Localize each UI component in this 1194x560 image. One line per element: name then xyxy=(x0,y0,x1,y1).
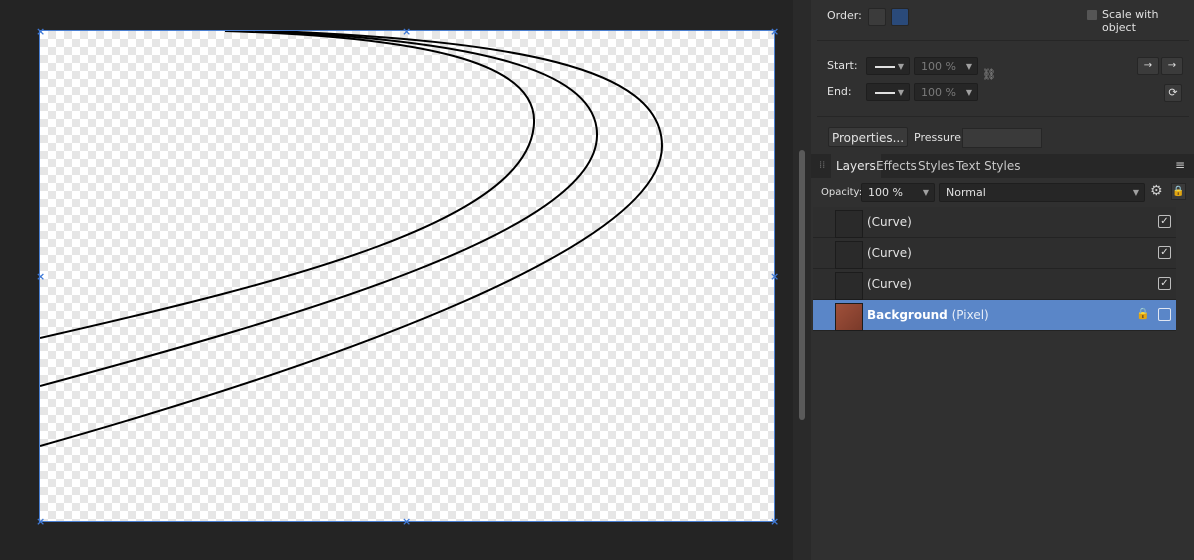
layer-name-main: Background xyxy=(867,308,948,322)
pressure-label: Pressure: xyxy=(914,131,965,144)
opacity-value: 100 % xyxy=(868,186,903,199)
layer-name: (Curve) xyxy=(867,277,912,291)
divider xyxy=(817,40,1189,41)
order-label: Order: xyxy=(827,9,862,22)
order-front-icon[interactable] xyxy=(891,8,909,26)
layer-thumbnail xyxy=(835,303,863,331)
pressure-graph[interactable] xyxy=(962,128,1042,148)
selection-handle-bm[interactable]: × xyxy=(402,516,411,527)
order-behind-icon[interactable] xyxy=(868,8,886,26)
link-icon[interactable]: ⛓ xyxy=(982,68,996,81)
curve-2 xyxy=(40,31,599,387)
end-arrowhead-select[interactable]: ▼ xyxy=(866,83,910,101)
start-arrowhead-select[interactable]: ▼ xyxy=(866,57,910,75)
blend-mode-select[interactable]: Normal ▼ xyxy=(939,183,1145,202)
selection-handle-ml[interactable]: × xyxy=(36,271,45,282)
layer-thumbnail xyxy=(835,241,863,269)
start-scale-field[interactable]: 100 % ▼ xyxy=(914,57,978,75)
curve-1 xyxy=(40,31,536,339)
selection-handle-tm[interactable]: × xyxy=(402,26,411,37)
layer-row-selected[interactable]: Background (Pixel) 🔒 xyxy=(813,300,1176,331)
selection-handle-bl[interactable]: × xyxy=(36,516,45,527)
selection-handle-tr[interactable]: × xyxy=(770,26,779,37)
layer-row[interactable]: (Curve) ✓ xyxy=(813,238,1176,269)
scrollbar-thumb[interactable] xyxy=(799,150,805,420)
arrow-direction-right-icon[interactable]: → xyxy=(1161,57,1183,75)
layer-visibility-checkbox[interactable]: ✓ xyxy=(1158,215,1171,228)
right-panel: Order: Scale with object Start: ▼ 100 % ▼… xyxy=(811,0,1194,560)
start-label: Start: xyxy=(827,59,858,72)
layer-row[interactable]: (Curve) ✓ xyxy=(813,207,1176,238)
panel-menu-icon[interactable]: ≡ xyxy=(1175,158,1185,172)
gear-icon[interactable]: ⚙ xyxy=(1150,183,1163,199)
layer-type: (Pixel) xyxy=(951,308,989,322)
canvas-area[interactable]: × × × × × × × × xyxy=(0,0,793,560)
tab-styles[interactable]: Styles xyxy=(918,154,954,178)
layer-name: (Curve) xyxy=(867,215,912,229)
layer-thumbnail xyxy=(835,272,863,300)
curve-3 xyxy=(40,31,664,447)
vertical-scrollbar[interactable] xyxy=(793,0,811,560)
swap-arrowheads-icon[interactable]: ⟳ xyxy=(1164,84,1182,102)
studio-tabs: ⁞⁞ Layers Effects Styles Text Styles ≡ xyxy=(811,154,1194,178)
scale-with-object-checkbox[interactable] xyxy=(1087,10,1097,20)
end-scale-field[interactable]: 100 % ▼ xyxy=(914,83,978,101)
layer-row[interactable]: (Curve) ✓ xyxy=(813,269,1176,300)
tab-effects[interactable]: Effects xyxy=(876,154,917,178)
document-canvas[interactable] xyxy=(39,30,775,522)
end-scale-value: 100 % xyxy=(921,86,956,99)
blend-mode-value: Normal xyxy=(946,186,986,199)
end-label: End: xyxy=(827,85,852,98)
arrow-direction-left-icon[interactable]: → xyxy=(1137,57,1159,75)
layer-visibility-checkbox[interactable] xyxy=(1158,308,1171,321)
scale-with-object-label: Scale with object xyxy=(1102,8,1159,34)
properties-button[interactable]: Properties... xyxy=(828,127,908,147)
opacity-field[interactable]: 100 % ▼ xyxy=(861,183,935,202)
lock-icon[interactable]: 🔒 xyxy=(1171,183,1186,200)
selection-handle-mr[interactable]: × xyxy=(770,271,779,282)
tab-layers[interactable]: Layers xyxy=(831,154,881,178)
layer-thumbnail xyxy=(835,210,863,238)
selection-handle-tl[interactable]: × xyxy=(36,26,45,37)
layer-visibility-checkbox[interactable]: ✓ xyxy=(1158,277,1171,290)
layer-name: Background (Pixel) xyxy=(867,300,989,330)
curves-drawing xyxy=(40,31,664,447)
opacity-label: Opacity: xyxy=(821,187,863,198)
tab-text-styles[interactable]: Text Styles xyxy=(956,154,1020,178)
panel-grip-icon[interactable]: ⁞⁞ xyxy=(819,160,825,171)
layer-lock-icon[interactable]: 🔒 xyxy=(1136,307,1150,320)
divider xyxy=(817,116,1189,117)
layer-visibility-checkbox[interactable]: ✓ xyxy=(1158,246,1171,259)
selection-handle-br[interactable]: × xyxy=(770,516,779,527)
start-scale-value: 100 % xyxy=(921,60,956,73)
layer-name: (Curve) xyxy=(867,246,912,260)
